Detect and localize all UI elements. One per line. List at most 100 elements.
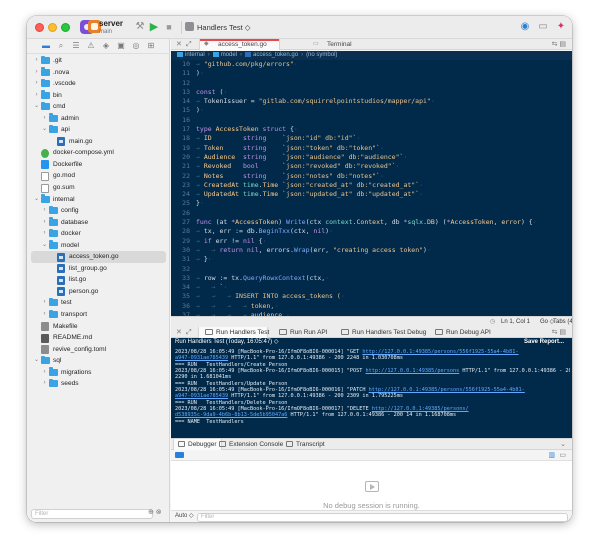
save-report-button[interactable]: Save Report... — [524, 338, 564, 347]
code-line[interactable]: → if err != nil {· — [196, 237, 572, 246]
chevron-right-icon[interactable]: › — [33, 90, 40, 102]
chevron-down-icon[interactable]: ⌄ — [560, 439, 566, 450]
folder-item[interactable]: › test — [27, 297, 170, 309]
run-icon[interactable]: ▶ — [147, 20, 161, 34]
folder-item[interactable]: › database — [27, 217, 170, 229]
folder-item[interactable]: › bin — [27, 90, 170, 102]
close-pane-icon[interactable]: ✕ — [176, 39, 182, 50]
git-branch-icon[interactable]: ◈ — [100, 40, 112, 52]
code-line[interactable]: type AccessToken struct {· — [196, 125, 572, 134]
expand-pane-icon[interactable]: ⤢ — [186, 39, 192, 50]
minimize-window-button[interactable] — [48, 23, 57, 32]
chevron-right-icon[interactable]: › — [41, 367, 48, 379]
code-line[interactable] — [196, 79, 572, 88]
code-line[interactable]: → → → → token,· — [196, 302, 572, 311]
chevron-right-icon[interactable]: › — [41, 228, 48, 240]
chevron-right-icon[interactable]: › — [41, 378, 48, 390]
tab-run-handlers-test-debug[interactable]: Run Handlers Test Debug — [341, 327, 426, 338]
code-line[interactable]: func (at *AccessToken) Write(ctx context… — [196, 218, 572, 227]
tab-run-handlers-test[interactable]: Run Handlers Test — [198, 327, 269, 338]
file-item[interactable]: list_group.go — [27, 263, 170, 275]
file-item[interactable]: go.mod — [27, 170, 170, 182]
folder-item[interactable]: ⌄ cmd — [27, 101, 170, 113]
issues-warning-icon[interactable]: ⚠ — [85, 40, 97, 52]
chevron-down-icon[interactable]: ⌄ — [41, 124, 48, 136]
tasks-check-icon[interactable]: ◎ — [130, 40, 142, 52]
chevron-right-icon[interactable]: › — [41, 113, 48, 125]
files-folder-icon[interactable]: ▬ — [40, 40, 52, 52]
debugger-filter-input[interactable]: Filter — [197, 512, 568, 522]
console-link[interactable]: http://127.0.0.1:49385/persons/556f1925-… — [369, 387, 525, 393]
indentation-selector[interactable]: Tabs (4 sp) ◇ — [553, 317, 572, 327]
expand-panel-icon[interactable]: ⤢ — [186, 327, 192, 338]
code-line[interactable]: → → `· — [196, 283, 572, 292]
chevron-down-icon[interactable]: ⌄ — [33, 101, 40, 113]
chevron-right-icon[interactable]: › — [33, 55, 40, 67]
folder-item[interactable]: › docker — [27, 228, 170, 240]
chevron-right-icon[interactable]: › — [41, 297, 48, 309]
variables-scope-selector[interactable]: Auto ◇ — [175, 511, 194, 522]
sidebar-filter-input[interactable]: Filter — [31, 509, 153, 519]
close-window-button[interactable] — [35, 23, 44, 32]
chevron-right-icon[interactable]: › — [41, 217, 48, 229]
breadcrumb-item[interactable]: access_token.go — [253, 52, 298, 58]
search-icon[interactable]: ⌕ — [55, 40, 67, 52]
stop-icon[interactable]: ■ — [162, 20, 176, 34]
grid-icon[interactable]: ⊞ — [145, 40, 157, 52]
folder-item[interactable]: ⌄ internal — [27, 194, 170, 206]
folder-item[interactable]: › migrations — [27, 367, 170, 379]
folder-item[interactable]: › .git — [27, 55, 170, 67]
preview-eye-icon[interactable]: ◉ — [518, 20, 532, 34]
chevron-down-icon[interactable]: ⌄ — [33, 194, 40, 206]
tab-debugger[interactable]: Debugger — [173, 439, 222, 450]
split-right-icon[interactable]: ▭ — [559, 451, 566, 460]
chevron-right-icon[interactable]: › — [33, 67, 40, 79]
file-item[interactable]: list.go — [27, 274, 170, 286]
file-item[interactable]: access_token.go — [31, 251, 166, 263]
console-link[interactable]: d538935c-9da9-4b6b-8b13-5de5b95047a6 — [175, 412, 287, 418]
code-line[interactable]: → → → INSERT INTO access_tokens (· — [196, 292, 572, 301]
chevron-right-icon[interactable]: › — [41, 309, 48, 321]
folder-item[interactable]: › config — [27, 205, 170, 217]
file-item[interactable]: go.sum — [27, 182, 170, 194]
code-line[interactable]: → TokenIssuer = "gitlab.com/squirrelpoin… — [196, 97, 572, 106]
code-line[interactable]: → Notes string `json:"notes" db:"notes"`… — [196, 172, 572, 181]
code-line[interactable]: → "github.com/pkg/errors"· — [196, 60, 572, 69]
folder-item[interactable]: › transport — [27, 309, 170, 321]
file-item[interactable]: docker-compose.yml — [27, 147, 170, 159]
chevron-right-icon[interactable]: › — [41, 205, 48, 217]
code-line[interactable]: )· — [196, 106, 572, 115]
console-link[interactable]: a947-0931ae785439 — [175, 355, 228, 361]
code-line[interactable] — [196, 116, 572, 125]
console-link[interactable]: http://127.0.0.1:49385/persons/556f1925-… — [362, 349, 518, 355]
file-item[interactable]: main.go — [27, 136, 170, 148]
breadcrumb-item[interactable]: internal — [185, 52, 205, 58]
tab-run-run-api[interactable]: Run Run API — [279, 327, 328, 338]
folder-item[interactable]: ⌄ sql — [27, 355, 170, 367]
code-line[interactable]: → → return nil, errors.Wrap(err, "creati… — [196, 246, 572, 255]
code-line[interactable]: }· — [196, 199, 572, 208]
file-item[interactable]: revive_config.toml — [27, 344, 170, 356]
code-line[interactable]: → row := tx.QueryRowxContext(ctx,· — [196, 274, 572, 283]
code-editor[interactable]: internal › model › access_token.go › (no symbo… — [171, 51, 572, 316]
chevron-down-icon[interactable]: ⌄ — [33, 355, 40, 367]
breadcrumb-item[interactable]: (no symbol) — [306, 52, 337, 58]
console-link[interactable]: http://127.0.0.1:49385/persons — [366, 368, 460, 374]
split-left-icon[interactable]: ▥ — [548, 451, 555, 460]
breakpoint-tag-icon[interactable] — [175, 452, 184, 458]
code-line[interactable] — [196, 265, 572, 274]
console-link[interactable]: http://127.0.0.1:49385/persons/ — [372, 406, 469, 412]
file-item[interactable]: Makefile — [27, 321, 170, 333]
tab-extension-console[interactable]: Extension Console — [219, 439, 283, 450]
code-line[interactable]: → Audience string `json:"audience" db:"a… — [196, 153, 572, 162]
run-target-selector[interactable]: Handlers Test ◇ — [185, 21, 251, 34]
split-panel-icon[interactable]: ⇆ ▤ — [552, 327, 566, 338]
tab-run-debug-api[interactable]: Run Debug API — [435, 327, 491, 338]
zoom-window-button[interactable] — [61, 23, 70, 32]
build-hammer-icon[interactable]: ⚒ — [133, 20, 147, 34]
tab-transcript[interactable]: Transcript — [286, 439, 325, 450]
file-item[interactable]: person.go — [27, 286, 170, 298]
split-editor-icon[interactable]: ⇆ ▤ — [552, 39, 566, 50]
code-line[interactable]: → Revoked bool `json:"revoked" db:"revok… — [196, 162, 572, 171]
folder-item[interactable]: › .vscode — [27, 78, 170, 90]
